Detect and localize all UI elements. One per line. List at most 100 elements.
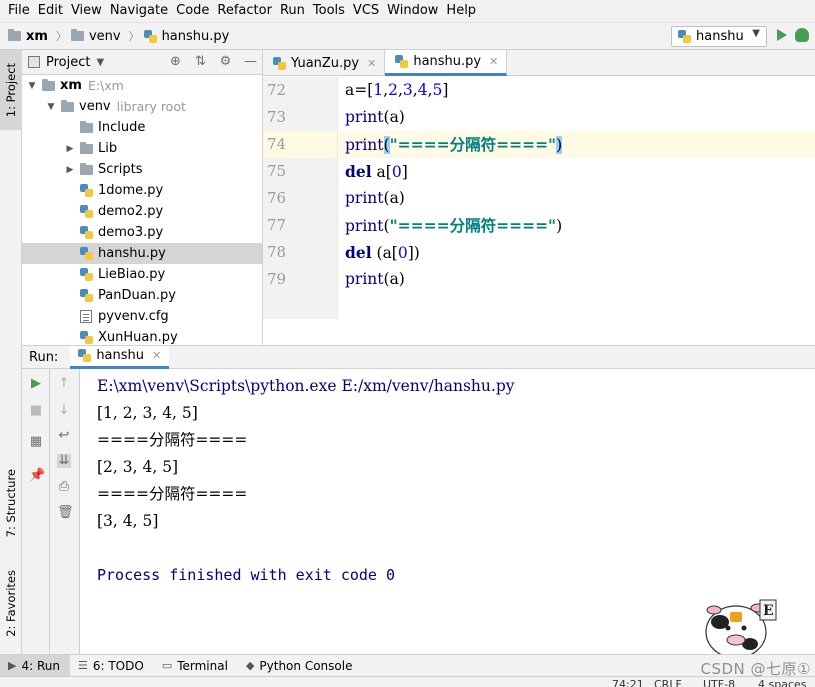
tree-item[interactable]: ▶ Lib xyxy=(22,138,262,159)
run-configuration-label: hanshu xyxy=(696,29,744,44)
project-panel-title[interactable]: Project xyxy=(46,55,90,70)
indent-setting[interactable]: 4 spaces xyxy=(758,679,807,687)
menu-tools[interactable]: Tools xyxy=(309,0,349,22)
run-configuration-select[interactable]: hanshu ▼ xyxy=(671,26,767,47)
menu-view[interactable]: View xyxy=(67,0,106,22)
breadcrumb-file[interactable]: hanshu.py xyxy=(143,29,229,44)
tree-item[interactable]: Include xyxy=(22,117,262,138)
close-icon[interactable]: ✕ xyxy=(367,57,376,70)
tree-item[interactable]: XunHuan.py xyxy=(22,327,262,345)
folder-icon xyxy=(80,141,93,154)
close-icon[interactable]: ✕ xyxy=(152,349,161,362)
python-file-icon xyxy=(78,349,92,362)
tree-item[interactable]: hanshu.py xyxy=(22,243,262,264)
scroll-to-end-icon[interactable]: ⇊ xyxy=(57,454,71,468)
tree-item[interactable]: PanDuan.py xyxy=(22,285,262,306)
python-file-icon xyxy=(80,289,93,302)
stop-icon[interactable]: ■ xyxy=(29,404,43,418)
tree-item[interactable]: demo2.py xyxy=(22,201,262,222)
line-number-gutter: 72 73 74 75 76 77 78 79 xyxy=(263,77,338,319)
code-line[interactable]: del a[0] xyxy=(338,158,815,185)
bottom-tab[interactable]: ▭ Terminal xyxy=(154,655,238,676)
chevron-right-icon[interactable]: ▶ xyxy=(64,144,76,154)
code-line[interactable]: del (a[0]) xyxy=(338,239,815,266)
code-token: (a) xyxy=(383,270,405,288)
editor-tab-label: hanshu.py xyxy=(413,54,482,69)
close-icon[interactable]: ✕ xyxy=(489,55,498,68)
tab-favorites[interactable]: 2: Favorites xyxy=(0,558,22,648)
code-token: ] xyxy=(442,81,449,99)
terminal-icon: ▭ xyxy=(161,659,173,672)
code-line[interactable]: print(a) xyxy=(338,266,815,293)
code-token: ) xyxy=(556,136,563,154)
menu-file[interactable]: File xyxy=(4,0,34,22)
tab-project-label: 1: Project xyxy=(4,62,18,118)
chevron-down-icon[interactable]: ▼ xyxy=(26,81,38,91)
chevron-down-icon[interactable]: ▼ xyxy=(96,57,104,68)
tree-item[interactable]: 1dome.py xyxy=(22,180,262,201)
print-icon[interactable]: ⎙ xyxy=(57,480,71,494)
menu-run[interactable]: Run xyxy=(276,0,309,22)
code-line[interactable]: a=[1,2,3,4,5] xyxy=(338,77,815,104)
code-token: print xyxy=(345,189,384,207)
run-icon[interactable] xyxy=(777,29,787,41)
bottom-tab[interactable]: ▶ 4: Run xyxy=(0,655,70,676)
hide-icon[interactable]: — xyxy=(243,54,258,69)
menu-edit[interactable]: Edit xyxy=(34,0,67,22)
tree-item[interactable]: ▼ xm E:\xm xyxy=(22,75,262,96)
menu-navigate[interactable]: Navigate xyxy=(106,0,172,22)
code-line[interactable]: print(a) xyxy=(338,185,815,212)
editor-tab[interactable]: YuanZu.py ✕ xyxy=(263,50,386,76)
code-line[interactable]: print(a) xyxy=(338,104,815,131)
locate-icon[interactable]: ⊕ xyxy=(168,54,183,69)
debug-icon[interactable] xyxy=(795,28,809,42)
python-file-icon xyxy=(80,226,93,239)
folder-icon xyxy=(80,120,93,133)
pin-icon[interactable]: 📌 xyxy=(29,469,45,483)
editor-tab-label: YuanZu.py xyxy=(291,55,360,71)
trash-icon[interactable]: 🗑 xyxy=(57,506,74,520)
menu-window[interactable]: Window xyxy=(383,0,442,22)
tree-item-label: pyvenv.cfg xyxy=(98,309,169,324)
collapse-all-icon[interactable]: ⇅ xyxy=(193,54,208,69)
menu-help[interactable]: Help xyxy=(442,0,480,22)
code-editor[interactable]: a=[1,2,3,4,5] print(a) print("====分隔符===="… xyxy=(338,77,815,319)
tree-item[interactable]: LieBiao.py xyxy=(22,264,262,285)
tree-item[interactable]: demo3.py xyxy=(22,222,262,243)
menu-refactor[interactable]: Refactor xyxy=(213,0,276,22)
file-encoding[interactable]: UTF-8 xyxy=(703,679,735,687)
console-line: Process finished with exit code 0 xyxy=(97,566,396,584)
bottom-tab[interactable]: ☰ 6: TODO xyxy=(70,655,154,676)
tab-project[interactable]: 1: Project xyxy=(0,50,22,130)
tree-item[interactable]: ▼ venv library root xyxy=(22,96,262,117)
layout-icon[interactable]: ▦ xyxy=(29,435,43,449)
tab-structure[interactable]: 7: Structure xyxy=(0,458,22,548)
breadcrumb-separator-icon: 〉 xyxy=(128,30,140,43)
rerun-icon[interactable]: ▶ xyxy=(29,377,43,391)
menu-code[interactable]: Code xyxy=(172,0,213,22)
breadcrumb-root[interactable]: xm xyxy=(8,29,48,44)
bottom-tab[interactable]: ◆ Python Console xyxy=(238,655,363,676)
soft-wrap-icon[interactable]: ↩ xyxy=(57,429,71,443)
tree-item-label: Include xyxy=(98,120,146,135)
tree-item[interactable]: pyvenv.cfg xyxy=(22,306,262,327)
tab-favorites-label: 2: Favorites xyxy=(4,569,18,637)
tree-item[interactable]: ▶ Scripts xyxy=(22,159,262,180)
run-tab[interactable]: hanshu ✕ xyxy=(70,345,170,369)
tree-item-note: library root xyxy=(116,99,186,114)
code-line[interactable]: print("====分隔符====") xyxy=(338,212,815,239)
chevron-down-icon[interactable]: ▼ xyxy=(45,102,57,112)
caret-position[interactable]: 74:21 xyxy=(612,679,644,687)
line-number: 79 xyxy=(267,270,287,288)
menu-vcs[interactable]: VCS xyxy=(349,0,383,22)
console-line: [1, 2, 3, 4, 5] xyxy=(97,404,198,422)
breadcrumb-folder[interactable]: venv xyxy=(70,29,121,44)
code-line[interactable]: print("====分隔符====") xyxy=(338,131,815,158)
editor-tab[interactable]: hanshu.py ✕ xyxy=(385,50,508,76)
line-separator[interactable]: CRLF xyxy=(654,679,682,687)
arrow-down-icon[interactable]: ↓ xyxy=(57,404,71,418)
arrow-up-icon[interactable]: ↑ xyxy=(57,377,71,391)
gear-icon[interactable]: ⚙ xyxy=(218,54,233,69)
chevron-right-icon[interactable]: ▶ xyxy=(64,165,76,175)
